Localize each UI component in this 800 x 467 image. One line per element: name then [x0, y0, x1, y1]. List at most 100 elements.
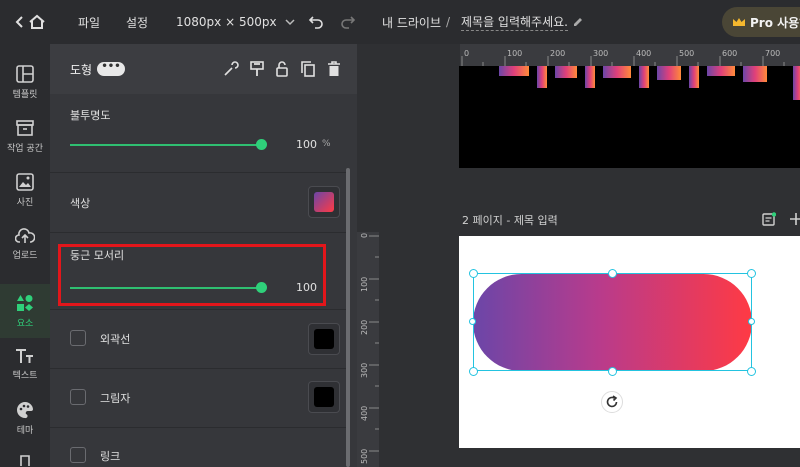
sidebar-label: 업로드	[12, 250, 38, 261]
sidebar-item-workspace[interactable]: 작업 공간	[0, 110, 50, 162]
panel-title: 도형	[70, 63, 93, 77]
back-home-button[interactable]	[14, 0, 46, 44]
add-page-icon[interactable]	[789, 212, 800, 226]
rotate-handle[interactable]	[601, 391, 623, 413]
sidebar-item-theme[interactable]: 테마	[0, 392, 50, 444]
resize-handle-top-right[interactable]	[747, 269, 756, 278]
panel-scrollbar[interactable]	[346, 168, 350, 467]
outline-checkbox[interactable]	[70, 330, 86, 346]
opacity-label: 불투명도	[70, 109, 111, 122]
ruler-tick: 500	[679, 49, 695, 58]
outline-label: 외곽선	[100, 333, 131, 346]
opacity-value: 100	[296, 138, 317, 151]
resize-handle-bottom[interactable]	[608, 367, 617, 376]
color-swatch-button[interactable]	[308, 186, 340, 218]
ruler-tick: 400	[360, 405, 369, 421]
resize-handle-top-left[interactable]	[469, 269, 478, 278]
ruler-tick: 700	[765, 49, 781, 58]
redo-button[interactable]	[340, 0, 356, 44]
redo-icon	[341, 16, 356, 29]
page-1-canvas[interactable]	[459, 66, 800, 168]
left-sidebar: 템플릿 작업 공간 사진 업로드 요소 텍스트 테마	[0, 44, 50, 467]
divider	[50, 427, 347, 428]
shadow-label: 그림자	[100, 392, 131, 405]
wand-icon[interactable]	[223, 61, 239, 77]
trash-icon[interactable]	[326, 61, 342, 77]
sidebar-item-text[interactable]: 텍스트	[0, 338, 50, 390]
photo-icon	[16, 172, 34, 191]
sidebar-label: 테마	[16, 425, 34, 436]
link-checkbox[interactable]	[70, 447, 86, 463]
outline-color-button[interactable]	[308, 323, 340, 355]
more-options-button[interactable]: •••	[97, 62, 125, 76]
crown-icon	[733, 17, 745, 26]
sidebar-item-more[interactable]	[0, 448, 50, 467]
menu-file[interactable]: 파일	[78, 0, 100, 44]
ruler-tick: 100	[507, 49, 523, 58]
sidebar-item-template[interactable]: 템플릿	[0, 56, 50, 108]
ruler-tick: 300	[360, 362, 369, 378]
ruler-tick: 0	[464, 49, 470, 58]
resize-handle-right[interactable]	[748, 318, 755, 325]
menu-settings[interactable]: 설정	[126, 0, 148, 44]
opacity-slider-track	[70, 144, 262, 146]
canvas-size-dropdown[interactable]: 1080px × 500px	[176, 0, 295, 44]
resize-handle-top[interactable]	[608, 269, 617, 278]
ruler-tick: 0	[360, 232, 369, 238]
resize-handle-left[interactable]	[469, 318, 476, 325]
doc-title: 제목을 입력해주세요.	[461, 15, 568, 31]
chevron-left-icon	[15, 16, 23, 28]
undo-icon	[308, 16, 323, 29]
gradient-title-artwork	[499, 66, 800, 100]
upload-icon	[15, 227, 35, 243]
ruler-tick: 200	[360, 319, 369, 335]
selection-box	[473, 273, 752, 371]
unlock-icon[interactable]	[274, 61, 290, 77]
chevron-down-icon	[285, 19, 295, 26]
template-icon	[16, 64, 34, 83]
sidebar-label: 작업 공간	[7, 143, 43, 154]
rounded-corner-highlight	[58, 244, 326, 306]
ruler-tick: 100	[360, 276, 369, 292]
opacity-unit: %	[322, 139, 331, 149]
opacity-slider-knob[interactable]	[256, 139, 267, 150]
resize-handle-bottom-right[interactable]	[747, 367, 756, 376]
sidebar-label: 요소	[16, 318, 34, 329]
ruler-left: 0 100 200 300 400 500	[357, 232, 379, 467]
text-icon	[16, 348, 33, 363]
ruler-left-ticks	[369, 235, 379, 452]
doc-title-field[interactable]: 제목을 입력해주세요.	[461, 0, 584, 44]
more-icon	[20, 454, 30, 466]
resize-handle-bottom-left[interactable]	[469, 367, 478, 376]
pencil-icon	[574, 18, 582, 26]
ruler-top: 0 100 200 300 400 500 600 700	[460, 44, 800, 66]
format-paint-icon[interactable]	[249, 61, 265, 77]
page-note-icon[interactable]	[762, 212, 776, 226]
divider	[50, 172, 347, 173]
panel-header: 도형 •••	[50, 44, 357, 94]
pro-upgrade-button[interactable]: Pro 사용해	[722, 7, 800, 37]
top-bar: 파일 설정 1080px × 500px 내 드라이브 / 제목을 입력해주세요…	[0, 0, 800, 44]
sidebar-item-upload[interactable]: 업로드	[0, 218, 50, 270]
theme-icon	[17, 401, 33, 418]
rotate-icon	[606, 395, 618, 408]
divider	[50, 232, 347, 233]
elements-icon	[17, 294, 33, 311]
breadcrumb-root[interactable]: 내 드라이브	[382, 0, 441, 44]
divider	[50, 309, 347, 310]
link-label: 링크	[100, 450, 121, 463]
shadow-color-button[interactable]	[308, 381, 340, 413]
ruler-tick: 600	[722, 49, 738, 58]
canvas-size-value: 1080px × 500px	[176, 15, 277, 29]
color-label: 색상	[70, 197, 91, 210]
page-2-label: 2 페이지 - 제목 입력	[462, 214, 558, 227]
duplicate-icon[interactable]	[300, 61, 316, 77]
undo-button[interactable]	[308, 0, 324, 44]
sidebar-item-photo[interactable]: 사진	[0, 164, 50, 216]
sidebar-item-elements[interactable]: 요소	[0, 284, 50, 338]
workspace-icon	[16, 119, 34, 136]
ruler-tick: 400	[636, 49, 652, 58]
shadow-checkbox[interactable]	[70, 389, 86, 405]
breadcrumb-separator: /	[446, 15, 451, 29]
sidebar-label: 사진	[16, 197, 34, 208]
